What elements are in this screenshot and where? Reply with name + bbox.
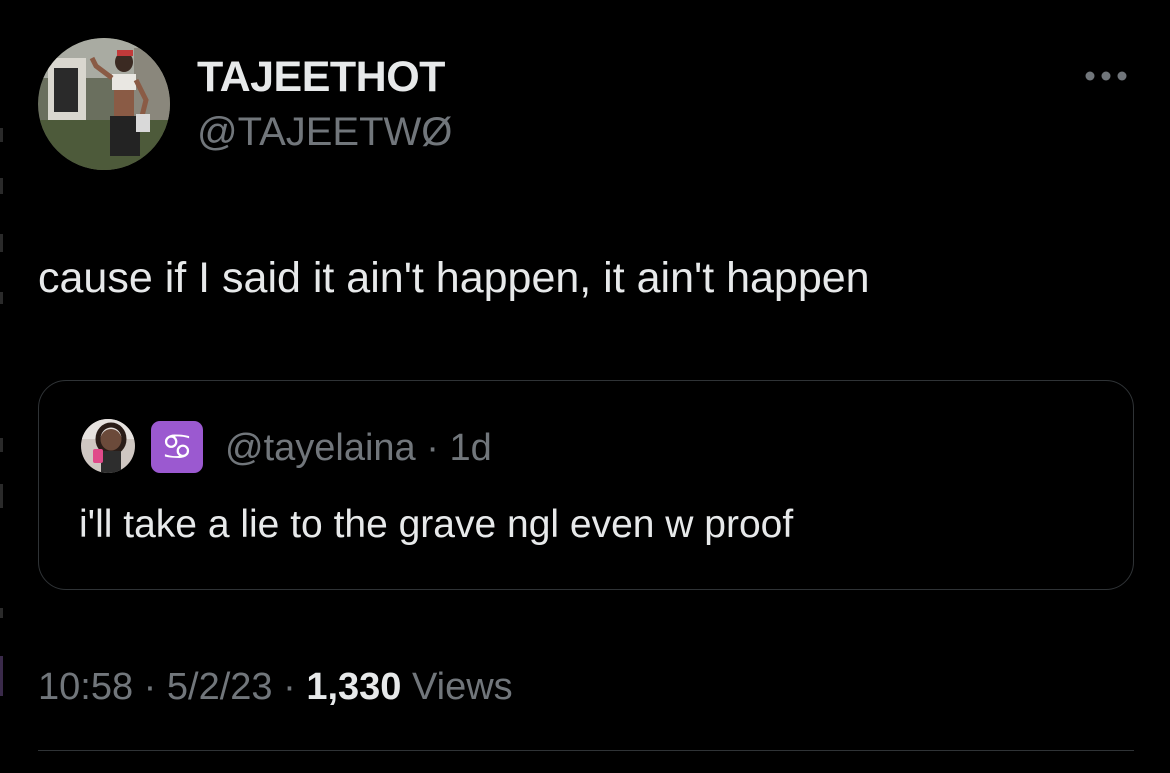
views-label: Views xyxy=(411,666,513,708)
meta-separator: · xyxy=(283,666,296,708)
more-options-button[interactable] xyxy=(1078,58,1134,94)
views-count: 1,330 xyxy=(306,666,402,708)
tweet-meta: 10:58 · 5/2/23 · 1,330 Views xyxy=(38,666,513,709)
tweet-date[interactable]: 5/2/23 xyxy=(167,666,273,708)
quoted-meta: @tayelaina · 1d xyxy=(225,427,492,470)
meta-separator: · xyxy=(143,666,157,708)
quoted-separator: · xyxy=(426,427,439,469)
more-horizontal-icon xyxy=(1085,71,1127,81)
author-avatar[interactable] xyxy=(38,38,170,170)
author-avatar-image xyxy=(38,38,170,170)
author-handle[interactable]: @TAJEETWØ xyxy=(197,110,452,155)
quoted-age[interactable]: 1d xyxy=(449,427,491,469)
quoted-handle[interactable]: @tayelaina xyxy=(225,427,416,469)
tweet-detail-view: TAJEETHOT @TAJEETWØ cause if I said it a… xyxy=(0,0,1170,773)
divider xyxy=(38,750,1134,751)
quoted-tweet-text: i'll take a lie to the grave ngl even w … xyxy=(79,503,794,546)
quoted-tweet-card[interactable]: ♋ @tayelaina · 1d i'll take a lie to the… xyxy=(38,380,1134,590)
quoted-author-avatar[interactable] xyxy=(81,419,135,473)
tweet-text: cause if I said it ain't happen, it ain'… xyxy=(38,254,870,302)
cancer-zodiac-icon: ♋ xyxy=(151,421,203,473)
quoted-author-avatar-image xyxy=(81,419,135,473)
author-display-name[interactable]: TAJEETHOT xyxy=(197,53,445,102)
tweet-time[interactable]: 10:58 xyxy=(38,666,133,708)
